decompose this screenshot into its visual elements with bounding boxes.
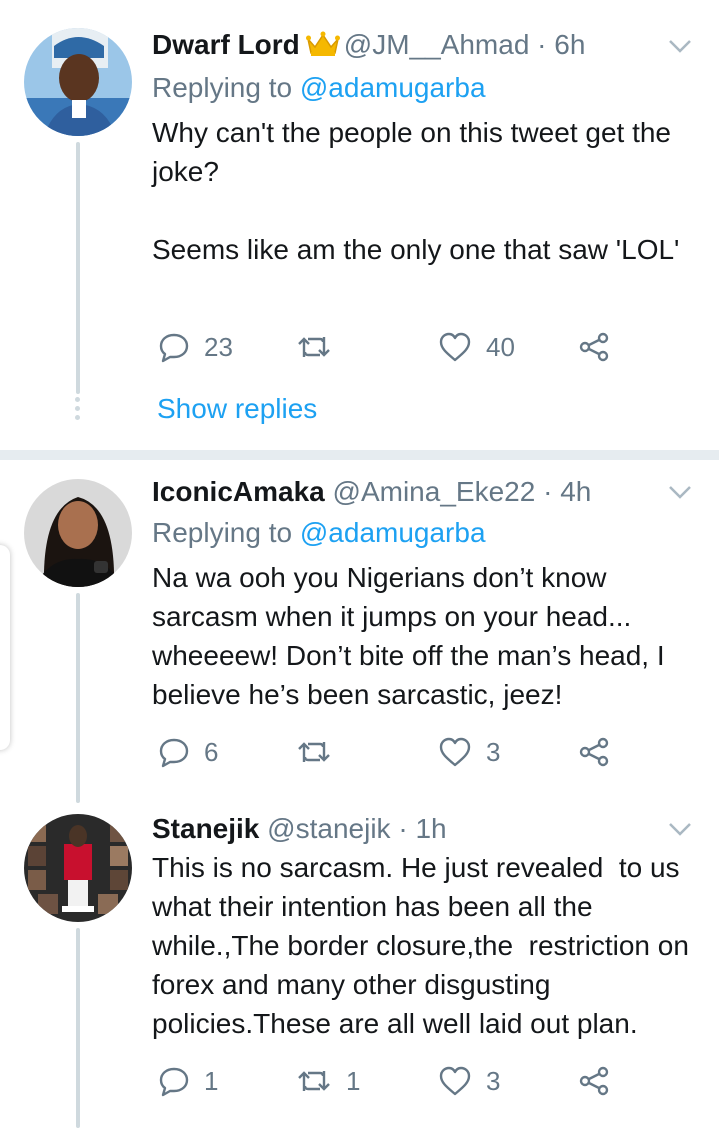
user-handle[interactable]: @stanejik [267, 813, 390, 844]
tweet-text: Why can't the people on this tweet get t… [152, 117, 680, 265]
like-count: 40 [486, 331, 515, 362]
reply-button[interactable]: 6 [158, 730, 218, 774]
like-count: 3 [486, 1065, 501, 1096]
thread-line [76, 593, 80, 803]
replying-to-label: Replying to [152, 72, 293, 103]
tweet-header: Stanejik @stanejik · 1h [152, 812, 447, 846]
like-button[interactable]: 40 [438, 325, 515, 369]
reply-icon [159, 333, 189, 363]
tweet-2[interactable]: IconicAmaka @Amina_Eke22 · 4h Replying t… [0, 460, 719, 803]
thread-line [76, 928, 80, 1128]
tweet-actions: 1 1 3 [152, 1059, 672, 1103]
retweet-icon [298, 337, 330, 357]
timestamp[interactable]: 6h [554, 29, 585, 60]
user-handle[interactable]: @JM__Ahmad [344, 29, 530, 60]
replying-to-label: Replying to [152, 517, 293, 548]
like-count: 3 [486, 736, 501, 767]
reply-icon [159, 738, 189, 768]
avatar-iconic-amaka[interactable] [24, 479, 132, 587]
like-icon [439, 737, 471, 767]
share-icon [579, 332, 609, 362]
section-divider [0, 450, 719, 460]
avatar-stanejik[interactable] [24, 814, 132, 922]
tweet-3[interactable]: Stanejik @stanejik · 1h This is no sarca… [0, 800, 719, 1128]
retweet-button[interactable]: 1 [296, 1059, 360, 1103]
tweet-text: Na wa ooh you Nigerians don’t know sarca… [152, 562, 673, 710]
separator-dot: · [390, 813, 416, 844]
user-handle[interactable]: @Amina_Eke22 [333, 476, 536, 507]
share-button[interactable] [578, 730, 610, 774]
crown-emoji-icon [305, 31, 340, 65]
display-name[interactable]: Dwarf Lord [152, 29, 300, 60]
reply-button[interactable]: 1 [158, 1059, 218, 1103]
reply-button[interactable]: 23 [158, 325, 233, 369]
reply-icon [159, 1067, 189, 1097]
tweet-actions: 6 3 [152, 730, 672, 774]
avatar-dwarf-lord[interactable] [24, 28, 132, 136]
retweet-button[interactable] [296, 730, 346, 774]
tweet-1[interactable]: Dwarf Lord @JM__Ahmad · 6h Replying to @a… [0, 0, 719, 450]
like-icon [439, 1066, 471, 1096]
replying-to: Replying to @adamugarba [152, 71, 486, 105]
separator-dot: · [535, 476, 561, 507]
chevron-down-icon[interactable] [666, 478, 694, 506]
tweet-actions: 23 40 [152, 325, 672, 369]
display-name[interactable]: IconicAmaka [152, 476, 325, 507]
reply-count: 1 [204, 1065, 219, 1096]
display-name[interactable]: Stanejik [152, 813, 259, 844]
mention-link[interactable]: @adamugarba [300, 517, 486, 548]
like-button[interactable]: 3 [438, 1059, 500, 1103]
separator-dot: · [529, 29, 555, 60]
retweet-icon [298, 1071, 330, 1091]
tweet-header: IconicAmaka @Amina_Eke22 · 4h [152, 475, 591, 509]
tweet-text: This is no sarcasm. He just revealed to … [152, 852, 697, 1039]
mention-link[interactable]: @adamugarba [300, 72, 486, 103]
thread-line [76, 142, 80, 394]
reply-count: 23 [204, 331, 233, 362]
share-button[interactable] [578, 1059, 610, 1103]
chevron-down-icon[interactable] [666, 32, 694, 60]
reply-count: 6 [204, 736, 219, 767]
retweet-icon [298, 742, 330, 762]
share-icon [579, 737, 609, 767]
timestamp[interactable]: 1h [415, 813, 446, 844]
retweet-button[interactable] [296, 325, 346, 369]
tweet-header: Dwarf Lord @JM__Ahmad · 6h [152, 28, 585, 65]
retweet-count: 1 [346, 1065, 361, 1096]
share-icon [579, 1066, 609, 1096]
chevron-down-icon[interactable] [666, 815, 694, 843]
like-icon [439, 332, 471, 362]
share-button[interactable] [578, 325, 610, 369]
thread-dots [75, 397, 81, 424]
like-button[interactable]: 3 [438, 730, 500, 774]
replying-to: Replying to @adamugarba [152, 516, 486, 550]
timestamp[interactable]: 4h [560, 476, 591, 507]
show-replies-link[interactable]: Show replies [157, 392, 317, 426]
